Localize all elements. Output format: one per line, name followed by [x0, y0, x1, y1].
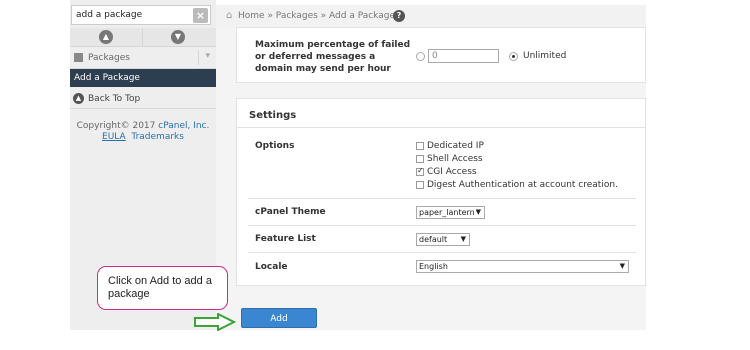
callout-annotation: Click on Add to add a package	[97, 266, 228, 310]
sidebar-nav-arrows: ▲ ▼	[70, 28, 216, 47]
digest-auth-label: Digest Authentication at account creatio…	[427, 180, 618, 190]
max-rate-label: Maximum percentage of failed or deferred…	[255, 40, 411, 74]
theme-value: paper_lantern	[419, 208, 475, 217]
trademarks-link[interactable]: Trademarks	[131, 132, 184, 142]
sidebar-item-label: Add a Package	[74, 73, 140, 83]
unlimited-label: Unlimited	[523, 51, 567, 61]
locale-value: English	[419, 262, 448, 271]
divider	[198, 50, 199, 65]
back-to-top-link[interactable]: ▲ Back To Top	[70, 90, 216, 109]
sidebar-item-packages[interactable]: Packages ▾	[70, 48, 216, 69]
copyright: Copyright© 2017 cPanel, Inc. EULA Tradem…	[70, 121, 216, 143]
copyright-text: Copyright© 2017	[76, 121, 156, 131]
divider	[248, 198, 636, 199]
feature-list-label: Feature List	[255, 234, 316, 244]
pointer-arrow-icon	[194, 313, 236, 331]
back-to-top-label: Back To Top	[88, 94, 141, 104]
help-icon[interactable]: ?	[393, 10, 405, 22]
package-icon	[74, 53, 83, 62]
breadcrumb: ⌂ Home » Packages » Add a Package ?	[216, 5, 646, 28]
max-rate-input[interactable]: 0	[428, 49, 499, 63]
divider	[248, 225, 636, 226]
cpanel-link[interactable]: cPanel, Inc.	[158, 121, 209, 131]
locale-label: Locale	[255, 262, 288, 272]
divider	[142, 28, 143, 46]
search-input[interactable]	[72, 6, 198, 24]
shell-access-checkbox[interactable]	[416, 155, 424, 163]
unlimited-radio[interactable]	[509, 52, 518, 61]
add-button[interactable]: Add	[241, 308, 317, 328]
clear-search-button[interactable]: ×	[193, 8, 208, 23]
feature-list-value: default	[419, 235, 448, 244]
locale-select[interactable]: English ▼	[416, 260, 629, 273]
callout-text: Click on Add to add a package	[108, 275, 212, 300]
divider	[248, 252, 636, 253]
chevron-down-icon: ▼	[475, 208, 481, 216]
limit-radio[interactable]	[416, 52, 425, 61]
eula-link[interactable]: EULA	[102, 132, 126, 142]
arrow-up-icon: ▲	[73, 93, 84, 104]
chevron-up-icon[interactable]: ▲	[99, 30, 113, 44]
divider	[237, 127, 645, 128]
feature-list-select[interactable]: default ▼	[416, 233, 470, 246]
sidebar-item-add-package[interactable]: Add a Package	[70, 69, 216, 87]
dedicated-ip-checkbox[interactable]	[416, 142, 424, 150]
cgi-access-checkbox[interactable]	[416, 166, 424, 176]
theme-select[interactable]: paper_lantern ▼	[416, 206, 485, 219]
home-icon[interactable]: ⌂	[226, 11, 236, 21]
chevron-down-icon[interactable]: ▾	[205, 51, 210, 61]
cgi-access-label: CGI Access	[427, 167, 477, 177]
sidebar-item-label: Packages	[88, 53, 130, 63]
chevron-down-icon: ▼	[460, 235, 466, 243]
chevron-down-icon: ▼	[619, 262, 625, 270]
breadcrumb-text[interactable]: Home » Packages » Add a Package	[238, 11, 395, 21]
options-label: Options	[255, 141, 295, 151]
theme-label: cPanel Theme	[255, 207, 326, 217]
chevron-down-icon[interactable]: ▼	[171, 30, 185, 44]
shell-access-label: Shell Access	[427, 154, 483, 164]
settings-title: Settings	[249, 110, 297, 121]
sidebar-search[interactable]: ×	[71, 5, 211, 25]
dedicated-ip-label: Dedicated IP	[427, 141, 484, 151]
digest-auth-checkbox[interactable]	[416, 181, 424, 189]
